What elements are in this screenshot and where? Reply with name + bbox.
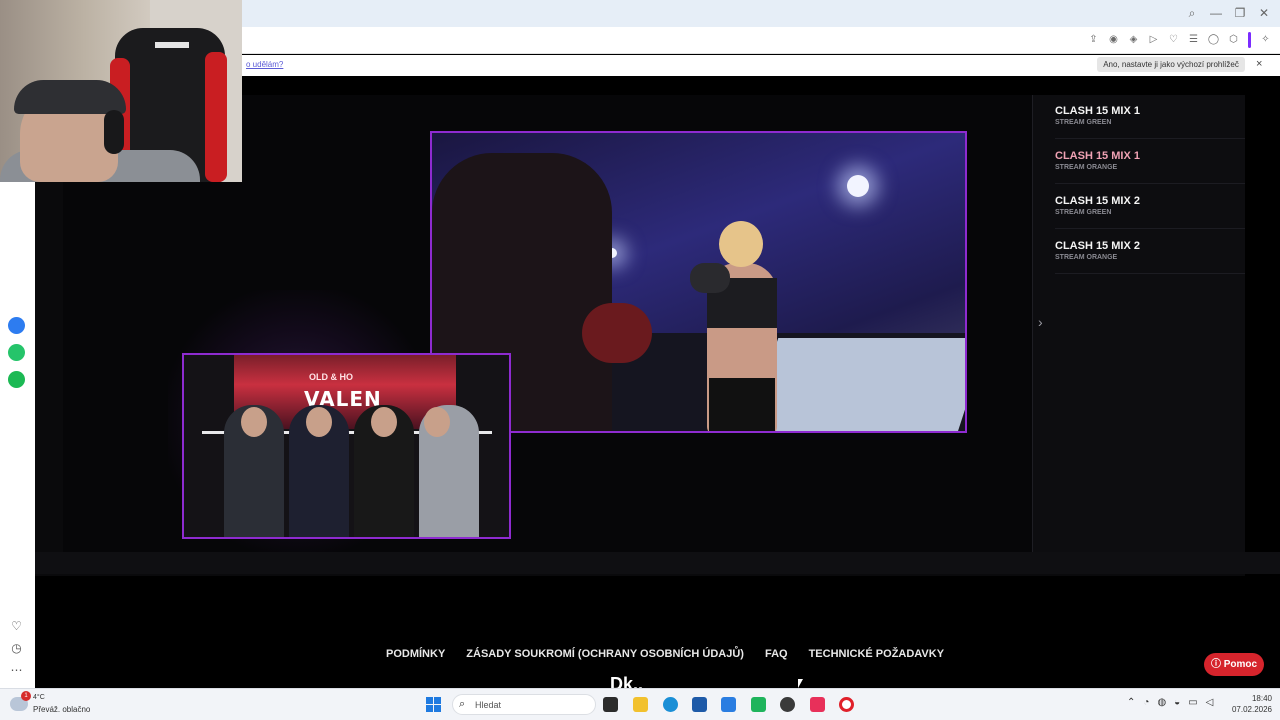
stream-item-active[interactable]: CLASH 15 MIX 1 STREAM ORANGE (1055, 140, 1245, 184)
play-icon[interactable]: ▷ (1145, 31, 1162, 49)
stream-item[interactable]: CLASH 15 MIX 1 STREAM GREEN (1055, 95, 1245, 139)
store-icon[interactable] (692, 697, 707, 712)
help-button[interactable]: ⓘ Pomoc (1204, 653, 1264, 676)
mic-icon[interactable]: ◍ (1157, 697, 1166, 708)
search-placeholder: Hledat (475, 700, 502, 710)
footer-link-tech[interactable]: TECHNICKÉ POŽADAVKY (809, 648, 944, 660)
stream-title: CLASH 15 MIX 1 (1055, 105, 1140, 117)
shield-icon[interactable]: ◈ (1125, 31, 1142, 49)
clock[interactable]: 18:40 07.02.2026 (1226, 694, 1272, 714)
weather-badge: 1 (21, 691, 31, 701)
headphones (104, 110, 124, 154)
history-icon[interactable]: ◷ (8, 641, 25, 655)
chevron-up-icon[interactable]: ⌃ (1127, 697, 1135, 708)
help-label: Pomoc (1223, 659, 1258, 670)
taskbar: 1 4°C Převáž. oblačno ⌕ Hledat ⌃ ◔ ◍ ◒ ▭… (0, 688, 1280, 720)
help-icon: ⓘ (1210, 659, 1224, 670)
ring-canvas (745, 338, 965, 431)
stream-subtitle: STREAM GREEN (1055, 119, 1112, 126)
task-view-icon[interactable] (603, 697, 618, 712)
taskbar-search[interactable]: ⌕ Hledat (452, 694, 596, 715)
stream-title: CLASH 15 MIX 2 (1055, 195, 1140, 207)
app-icon[interactable] (751, 697, 766, 712)
whatsapp-icon[interactable] (8, 344, 25, 361)
stream-title: CLASH 15 MIX 1 (1055, 150, 1140, 162)
heart-icon[interactable]: ♡ (1165, 31, 1182, 49)
chevron-right-icon[interactable]: › (1038, 314, 1043, 330)
file-explorer-icon[interactable] (633, 697, 648, 712)
pip-banner-subtitle: OLD & HO (309, 372, 353, 382)
windows-start-icon[interactable] (426, 697, 441, 712)
spotify-icon[interactable] (8, 371, 25, 388)
clock-date: 07.02.2026 (1231, 705, 1272, 714)
footer-link-terms[interactable]: PODMÍNKY (386, 648, 445, 660)
stream-item[interactable]: CLASH 15 MIX 2 STREAM ORANGE (1055, 230, 1245, 274)
browser-sidebar: ♡ ◷ ⋯ (0, 182, 35, 688)
footer-links: PODMÍNKY ZÁSADY SOUKROMÍ (OCHRANY OSOBNÍ… (386, 648, 944, 660)
display-icon[interactable]: ▭ (1188, 697, 1197, 708)
set-default-browser-button[interactable]: Ano, nastavte ji jako výchozí prohlížeč (1097, 57, 1245, 72)
stream-subtitle: STREAM ORANGE (1055, 164, 1118, 171)
stream-title: CLASH 15 MIX 2 (1055, 240, 1140, 252)
close-window-button[interactable]: ✕ (1254, 4, 1274, 22)
ai-icon[interactable]: ✧ (1257, 31, 1274, 49)
stream-item[interactable]: CLASH 15 MIX 2 STREAM GREEN (1055, 185, 1245, 229)
mail-icon[interactable] (721, 697, 736, 712)
accent-marker (1248, 32, 1251, 48)
system-tray: ⌃ ◔ ◍ ◒ ▭ ◁ (1127, 697, 1213, 708)
camera-icon[interactable]: ◉ (1105, 31, 1122, 49)
search-icon: ⌕ (459, 698, 466, 710)
volume-icon[interactable]: ◁ (1206, 697, 1214, 708)
extensions-icon[interactable]: ⬡ (1225, 31, 1242, 49)
opera-icon[interactable] (839, 697, 854, 712)
arena-light (847, 175, 869, 197)
profile-icon[interactable]: ◯ (1205, 31, 1222, 49)
close-icon[interactable]: × (1256, 58, 1262, 70)
obs-icon[interactable] (780, 697, 795, 712)
weather-temp: 4°C (33, 694, 45, 701)
heart-icon[interactable]: ♡ (8, 619, 25, 633)
edge-icon[interactable] (663, 697, 678, 712)
more-icon[interactable]: ⋯ (8, 663, 25, 677)
messenger-icon[interactable] (8, 317, 25, 334)
share-icon[interactable]: ⇪ (1085, 31, 1102, 49)
webcam-overlay (0, 0, 242, 182)
footer-link-faq[interactable]: FAQ (765, 648, 788, 660)
list-icon[interactable]: ☰ (1185, 31, 1202, 49)
restore-button[interactable]: ❐ (1230, 4, 1250, 22)
tiktok-icon[interactable] (810, 697, 825, 712)
mouse-cursor (798, 679, 803, 688)
pip-video[interactable]: OLD & HO VALEN (182, 353, 511, 539)
search-icon[interactable]: ⌕ (1182, 4, 1202, 22)
clock-time: 18:40 (1251, 694, 1272, 703)
network-icon[interactable]: ◔ (1143, 697, 1149, 708)
notification-link[interactable]: o udělám? (246, 60, 283, 69)
stream-list: CLASH 15 MIX 1 STREAM GREEN CLASH 15 MIX… (1032, 95, 1245, 552)
minimize-button[interactable]: — (1206, 4, 1226, 22)
footer-link-privacy[interactable]: ZÁSADY SOUKROMÍ (OCHRANY OSOBNÍCH ÚDAJŮ) (466, 648, 744, 660)
wifi-icon[interactable]: ◒ (1174, 697, 1180, 708)
stream-subtitle: STREAM GREEN (1055, 209, 1112, 216)
stream-subtitle: STREAM ORANGE (1055, 254, 1118, 261)
weather-desc: Převáž. oblačno (33, 705, 91, 714)
